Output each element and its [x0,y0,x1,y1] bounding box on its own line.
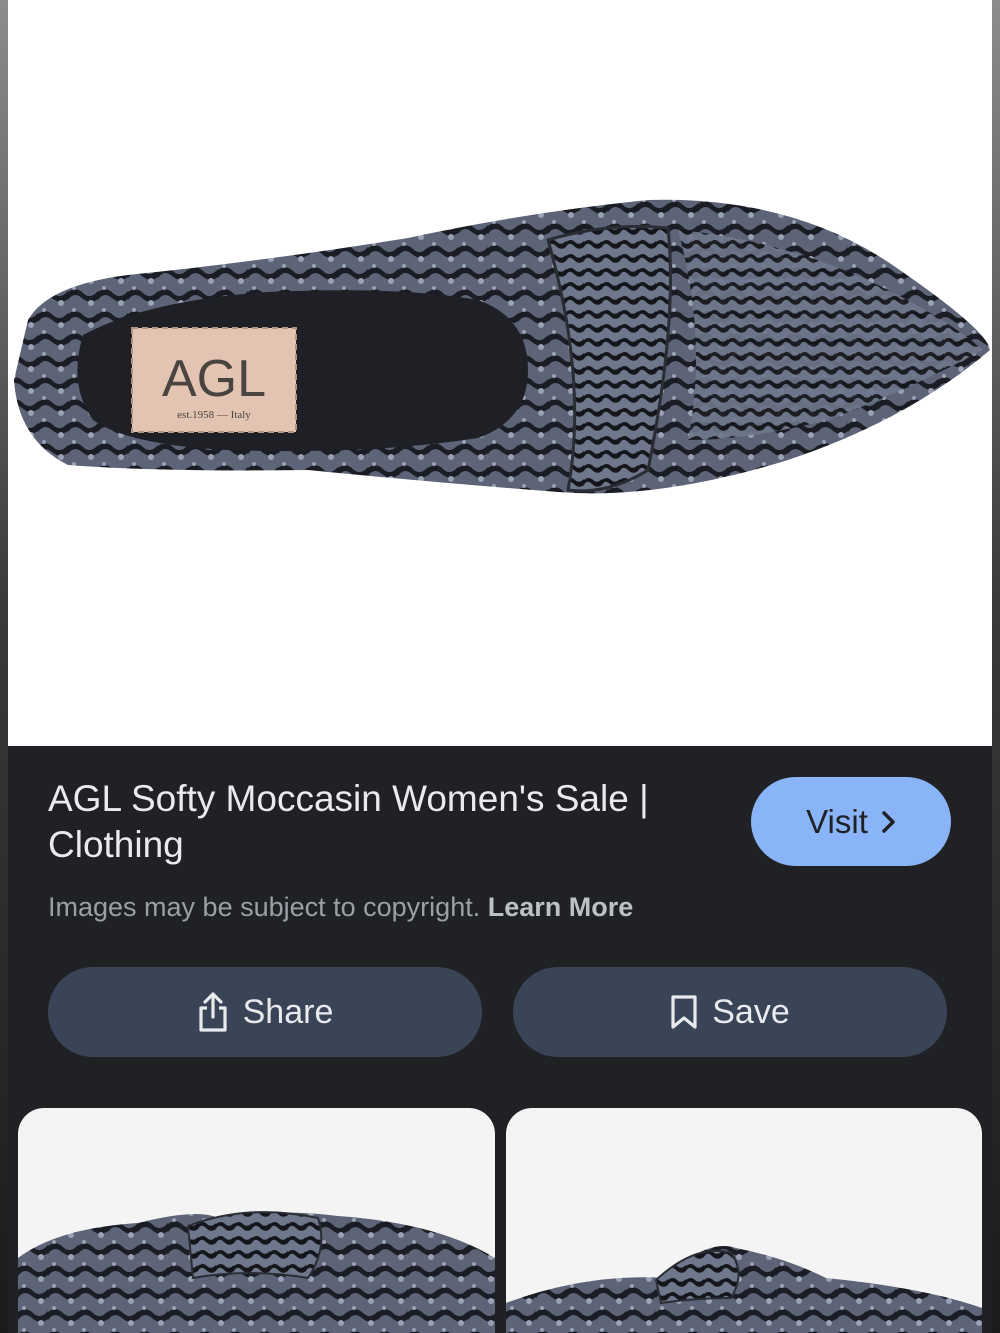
share-button[interactable]: Share [48,967,482,1057]
copyright-notice: Images may be subject to copyright. Lear… [48,890,808,924]
related-image-thumbnail[interactable] [506,1108,982,1333]
save-label: Save [712,992,790,1031]
visit-label: Visit [806,802,868,840]
save-button[interactable]: Save [513,967,947,1057]
main-product-image[interactable]: AGL est.1958 — Italy [8,0,992,746]
bookmark-icon [670,994,698,1030]
related-image-thumbnail[interactable] [18,1108,495,1333]
result-title[interactable]: AGL Softy Moccasin Women's Sale | Clothi… [48,776,728,868]
result-details-panel: AGL Softy Moccasin Women's Sale | Clothi… [8,746,992,1333]
visit-button[interactable]: Visit [751,777,951,866]
shoe-illustration: AGL est.1958 — Italy [14,199,990,494]
share-label: Share [242,992,334,1031]
related-shoe-image [506,1246,982,1333]
learn-more-link[interactable]: Learn More [488,892,634,922]
chevron-right-icon [882,803,896,841]
related-shoe-image [18,1211,495,1333]
share-icon [197,991,229,1033]
screen-edge-right [992,0,1000,1333]
copyright-text: Images may be subject to copyright. [48,892,481,922]
insole-tagline-text: est.1958 — Italy [177,409,251,421]
insole-brand-text: AGL [162,350,266,408]
screen-edge-left [0,0,8,1333]
